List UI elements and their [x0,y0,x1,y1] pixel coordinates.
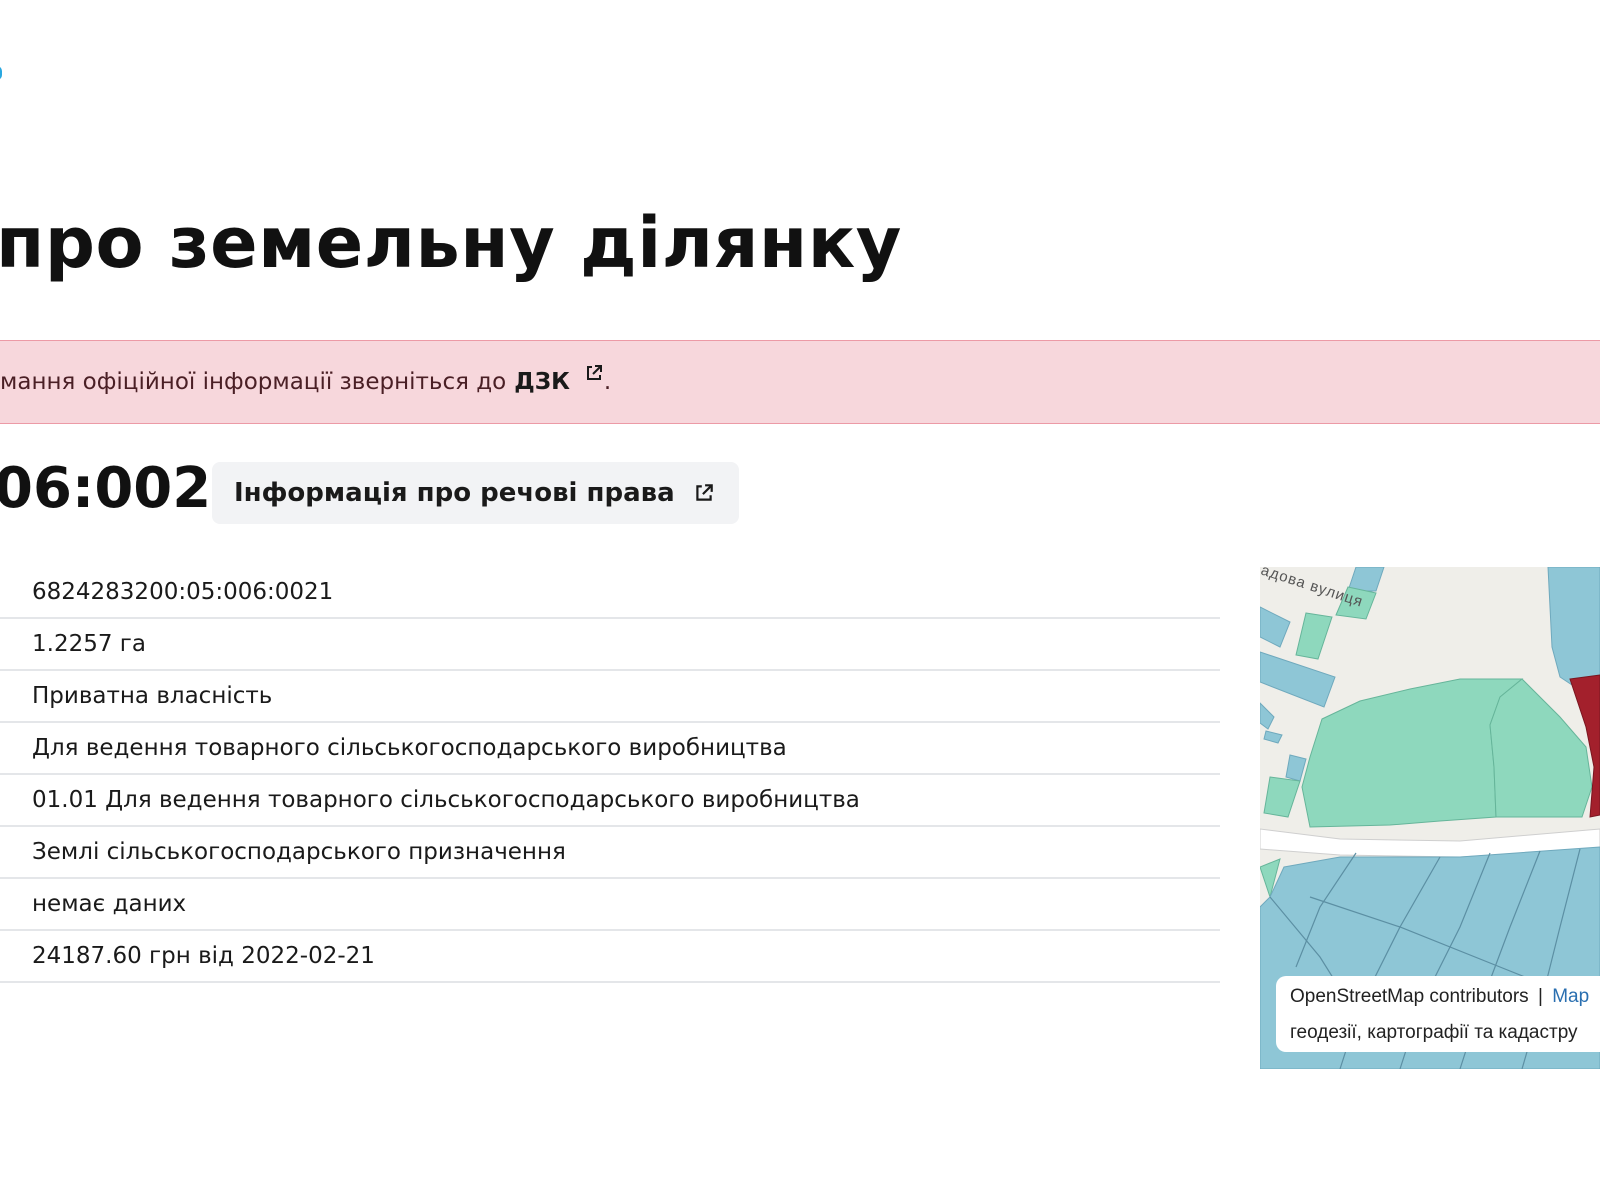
detail-value: 01.01 Для ведення товарного сільськогосп… [0,774,1220,827]
external-link-icon [695,484,713,501]
table-row: Приватна власність [0,670,1220,723]
page-title: про земельну ділянку [0,202,902,284]
detail-value: немає даних [0,878,1220,931]
external-link-icon [586,365,602,380]
map-attribution: OpenStreetMap contributors | Map геодезі… [1276,976,1600,1052]
attribution-line-2: геодезії, картографії та кадастру [1290,1022,1578,1043]
attribution-map-link[interactable]: Map [1552,986,1589,1007]
detail-value: Приватна власність [0,670,1220,723]
detail-value: 1.2257 га [0,618,1220,671]
table-row: Для ведення товарного сільськогосподарсь… [0,722,1220,775]
table-row: 6824283200:05:006:0021 [0,567,1220,619]
page: про земельну ділянку мання офіційної інф… [0,0,1600,1200]
osm-attribution-link[interactable]: OpenStreetMap contributors [1290,986,1529,1007]
alert-text: мання офіційної інформації зверніться до [0,369,507,395]
dzk-link[interactable]: ДЗК [514,365,604,395]
attribution-line-1: OpenStreetMap contributors | Map [1290,986,1600,1008]
table-row: Землі сільськогосподарського призначення [0,826,1220,879]
detail-value: Для ведення товарного сільськогосподарсь… [0,722,1220,775]
attribution-separator: | [1537,986,1543,1007]
alert-banner: мання офіційної інформації зверніться до… [0,340,1600,424]
detail-value: 6824283200:05:006:0021 [0,567,1220,619]
alert-suffix: . [603,369,612,395]
logo-icon[interactable] [0,66,2,80]
property-rights-button[interactable]: Інформація про речові права [212,462,739,524]
property-rights-button-label: Інформація про речові права [234,478,675,508]
parcel-details-table: 6824283200:05:006:0021 1.2257 га Приватн… [0,567,1220,983]
detail-value: Землі сільськогосподарського призначення [0,826,1220,879]
dzk-link-label: ДЗК [514,369,570,395]
table-row: 24187.60 грн від 2022-02-21 [0,930,1220,983]
detail-value: 24187.60 грн від 2022-02-21 [0,930,1220,983]
table-row: 01.01 Для ведення товарного сільськогосп… [0,774,1220,827]
table-row: 1.2257 га [0,618,1220,671]
table-row: немає даних [0,878,1220,931]
